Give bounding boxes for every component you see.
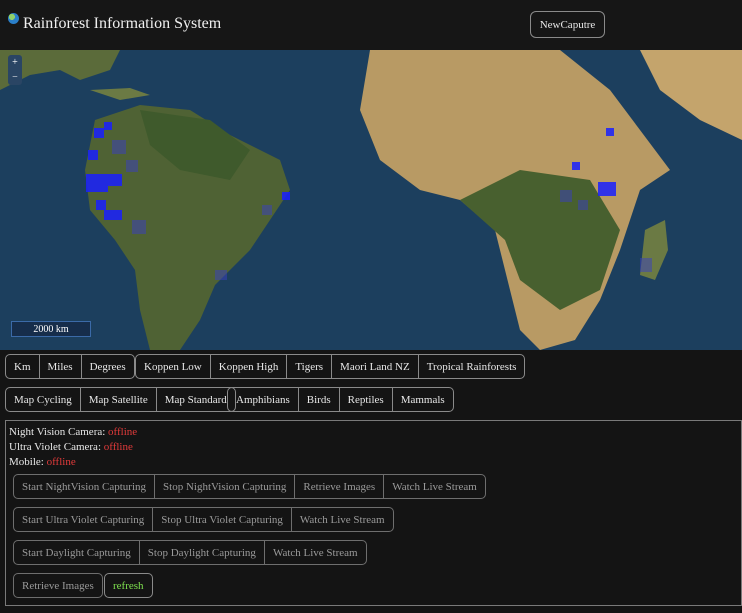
map-canvas: [0, 50, 742, 350]
map-cycling-button[interactable]: Map Cycling: [6, 388, 81, 411]
night-camera-status: Night Vision Camera: offline: [9, 426, 137, 438]
watch-live-stream-button[interactable]: Watch Live Stream: [265, 541, 366, 564]
retrieve-images-button[interactable]: Retrieve Images: [295, 475, 385, 498]
map-scale-bar: 2000 km: [11, 321, 91, 337]
uv-camera-label: Ultra Violet Camera:: [9, 441, 101, 453]
stop-ultraviolet-button[interactable]: Stop Ultra Violet Capturing: [153, 508, 292, 531]
start-nightvision-button[interactable]: Start NightVision Capturing: [14, 475, 156, 498]
night-camera-label: Night Vision Camera:: [9, 426, 106, 438]
watch-live-stream-button[interactable]: Watch Live Stream: [384, 475, 485, 498]
new-capture-button[interactable]: NewCaputre: [530, 11, 605, 38]
refresh-button[interactable]: refresh: [104, 573, 153, 598]
maori-land-nz-button[interactable]: Maori Land NZ: [332, 355, 419, 378]
zoom-in-button[interactable]: +: [8, 55, 22, 70]
retrieve-images-button[interactable]: Retrieve Images: [13, 573, 103, 598]
birds-button[interactable]: Birds: [299, 388, 340, 411]
koppen-high-button[interactable]: Koppen High: [211, 355, 288, 378]
units-degrees-button[interactable]: Degrees: [82, 355, 134, 378]
units-km-button[interactable]: Km: [6, 355, 40, 378]
zoom-out-button[interactable]: −: [8, 70, 22, 85]
amphibians-button[interactable]: Amphibians: [228, 388, 299, 411]
watch-live-stream-button[interactable]: Watch Live Stream: [292, 508, 393, 531]
start-ultraviolet-button[interactable]: Start Ultra Violet Capturing: [14, 508, 154, 531]
app-title: Rainforest Information System: [23, 15, 222, 32]
mammals-button[interactable]: Mammals: [393, 388, 453, 411]
map-standard-button[interactable]: Map Standard: [157, 388, 235, 411]
mobile-status: Mobile: offline: [9, 456, 76, 468]
uv-camera-status-value: offline: [103, 441, 133, 453]
start-daylight-button[interactable]: Start Daylight Capturing: [14, 541, 140, 564]
night-camera-status-value: offline: [108, 426, 138, 438]
app-header: Rainforest Information System NewCaputre: [0, 0, 742, 50]
map-style-button-group: Map Cycling Map Satellite Map Standard: [5, 387, 236, 412]
uv-camera-status: Ultra Violet Camera: offline: [9, 441, 133, 453]
layers-button-group: Koppen Low Koppen High Tigers Maori Land…: [135, 354, 526, 379]
world-map[interactable]: + − 2000 km: [0, 50, 742, 350]
daylight-controls: Start Daylight Capturing Stop Daylight C…: [13, 540, 367, 565]
ultra-violet-controls: Start Ultra Violet Capturing Stop Ultra …: [13, 507, 394, 532]
tropical-rainforests-button[interactable]: Tropical Rainforests: [419, 355, 525, 378]
reptiles-button[interactable]: Reptiles: [340, 388, 393, 411]
zoom-control: + −: [8, 55, 22, 85]
mobile-status-value: offline: [46, 456, 76, 468]
tigers-button[interactable]: Tigers: [287, 355, 333, 378]
koppen-low-button[interactable]: Koppen Low: [136, 355, 211, 378]
species-button-group: Amphibians Birds Reptiles Mammals: [227, 387, 454, 412]
map-satellite-button[interactable]: Map Satellite: [81, 388, 157, 411]
mobile-label: Mobile:: [9, 456, 44, 468]
units-button-group: Km Miles Degrees: [5, 354, 135, 379]
units-miles-button[interactable]: Miles: [40, 355, 82, 378]
globe-icon: [8, 13, 19, 24]
stop-daylight-button[interactable]: Stop Daylight Capturing: [140, 541, 265, 564]
night-vision-controls: Start NightVision Capturing Stop NightVi…: [13, 474, 486, 499]
stop-nightvision-button[interactable]: Stop NightVision Capturing: [155, 475, 296, 498]
